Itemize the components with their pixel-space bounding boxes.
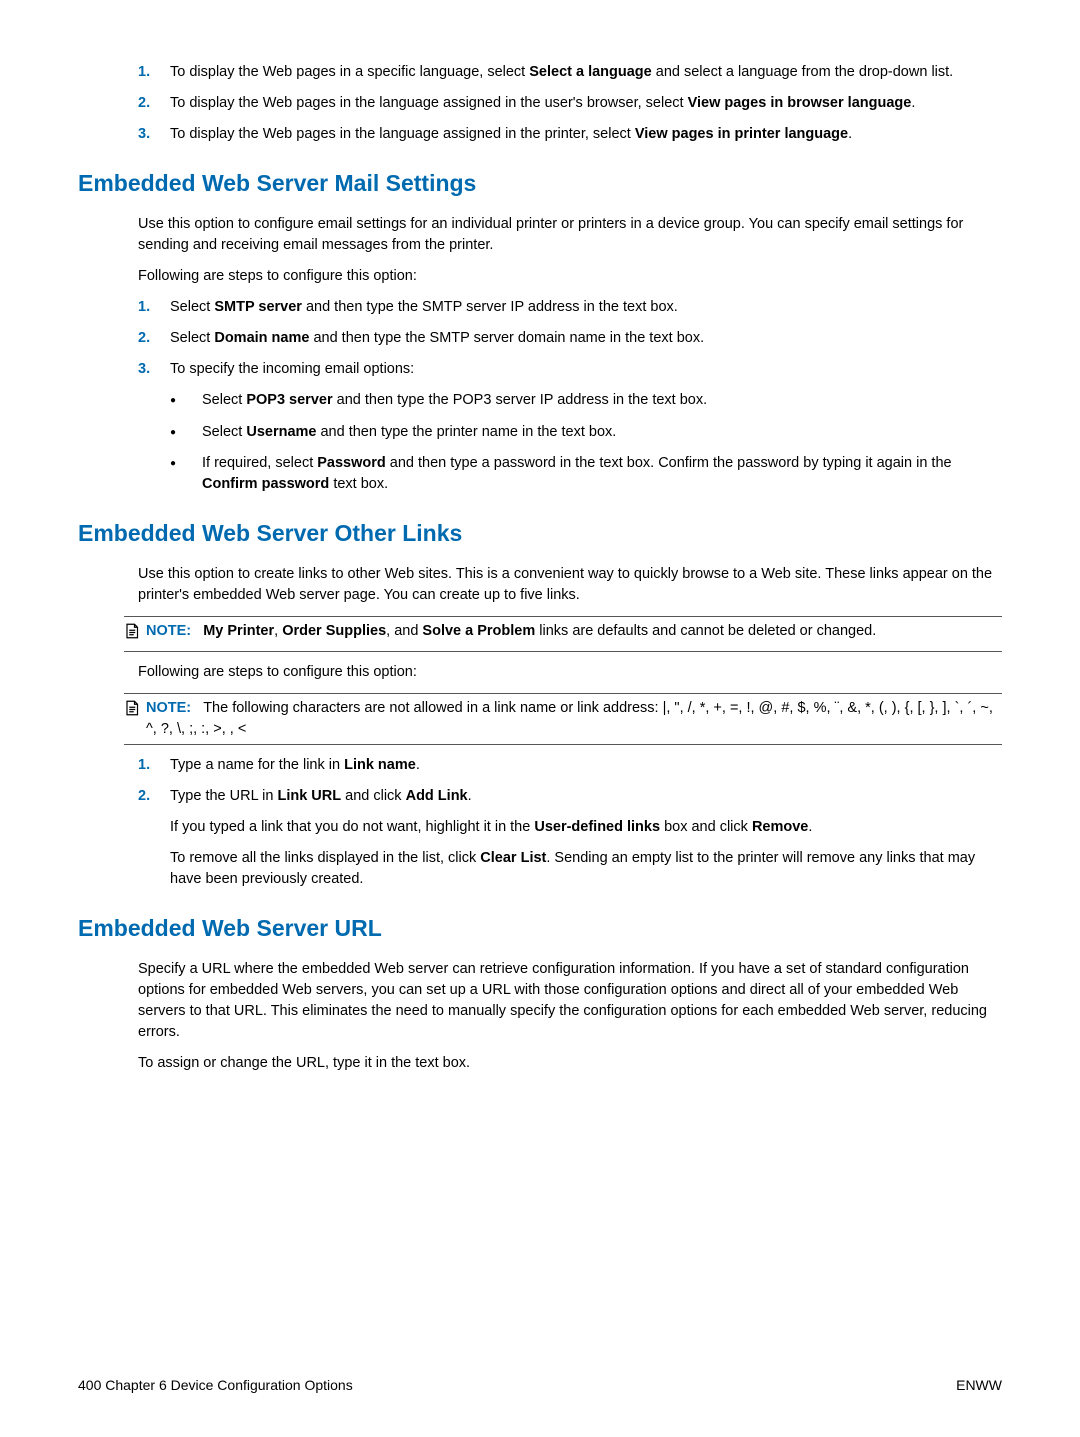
bullet-icon: ● <box>170 422 202 443</box>
list-text: Type the URL in Link URL and click Add L… <box>170 786 1002 807</box>
bullet-text: Select Username and then type the printe… <box>202 422 1002 443</box>
bullet-icon: ● <box>170 390 202 411</box>
paragraph: Use this option to configure email setti… <box>138 214 1002 256</box>
footer-right: ENWW <box>956 1375 1002 1395</box>
list-number: 3. <box>138 359 170 380</box>
list-item: 1. To display the Web pages in a specifi… <box>138 62 1002 83</box>
list-number: 2. <box>138 328 170 349</box>
paragraph: Following are steps to configure this op… <box>138 662 1002 683</box>
bullet-text: Select POP3 server and then type the POP… <box>202 390 1002 411</box>
note-text: NOTE: The following characters are not a… <box>146 698 1002 740</box>
bullet-icon: ● <box>170 453 202 495</box>
heading-other-links: Embedded Web Server Other Links <box>78 517 1002 550</box>
list-item: 3. To display the Web pages in the langu… <box>138 124 1002 145</box>
list-item: 3. To specify the incoming email options… <box>138 359 1002 380</box>
list-item: 1. Select SMTP server and then type the … <box>138 297 1002 318</box>
list-item: 2. Select Domain name and then type the … <box>138 328 1002 349</box>
note: NOTE: My Printer, Order Supplies, and So… <box>124 616 1002 652</box>
paragraph: To remove all the links displayed in the… <box>170 848 1002 890</box>
heading-ews-url: Embedded Web Server URL <box>78 912 1002 945</box>
list-text: Type a name for the link in Link name. <box>170 755 1002 776</box>
list-item: 2. Type the URL in Link URL and click Ad… <box>138 786 1002 807</box>
list-text: To specify the incoming email options: <box>170 359 1002 380</box>
paragraph: To assign or change the URL, type it in … <box>138 1053 1002 1074</box>
paragraph: If you typed a link that you do not want… <box>170 817 1002 838</box>
list-text: To display the Web pages in the language… <box>170 93 1002 114</box>
list-text: To display the Web pages in the language… <box>170 124 1002 145</box>
list-item: 1. Type a name for the link in Link name… <box>138 755 1002 776</box>
list-number: 2. <box>138 93 170 114</box>
page-footer: 400 Chapter 6 Device Configuration Optio… <box>78 1375 1002 1395</box>
bullet-item: ● Select Username and then type the prin… <box>170 422 1002 443</box>
list-text: Select Domain name and then type the SMT… <box>170 328 1002 349</box>
list-number: 1. <box>138 62 170 83</box>
list-number: 1. <box>138 755 170 776</box>
footer-left: 400 Chapter 6 Device Configuration Optio… <box>78 1375 353 1395</box>
note: NOTE: The following characters are not a… <box>124 693 1002 745</box>
list-number: 2. <box>138 786 170 807</box>
list-number: 3. <box>138 124 170 145</box>
paragraph: Specify a URL where the embedded Web ser… <box>138 959 1002 1043</box>
note-text: NOTE: My Printer, Order Supplies, and So… <box>146 621 1002 647</box>
heading-mail-settings: Embedded Web Server Mail Settings <box>78 167 1002 200</box>
note-icon <box>124 699 146 740</box>
list-item: 2. To display the Web pages in the langu… <box>138 93 1002 114</box>
bullet-item: ● If required, select Password and then … <box>170 453 1002 495</box>
paragraph: Use this option to create links to other… <box>138 564 1002 606</box>
list-number: 1. <box>138 297 170 318</box>
page: 1. To display the Web pages in a specifi… <box>0 0 1080 1437</box>
list-text: Select SMTP server and then type the SMT… <box>170 297 1002 318</box>
list-text: To display the Web pages in a specific l… <box>170 62 1002 83</box>
paragraph: Following are steps to configure this op… <box>138 266 1002 287</box>
bullet-text: If required, select Password and then ty… <box>202 453 1002 495</box>
note-icon <box>124 622 146 647</box>
bullet-item: ● Select POP3 server and then type the P… <box>170 390 1002 411</box>
